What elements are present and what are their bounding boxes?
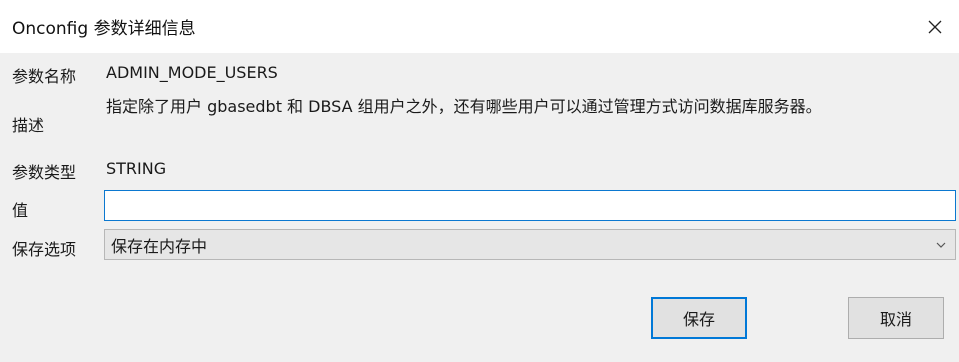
- save-option-label: 保存选项: [12, 240, 77, 259]
- value-input[interactable]: [104, 190, 956, 221]
- cancel-button[interactable]: 取消: [848, 297, 944, 339]
- value-label: 值: [12, 201, 29, 220]
- chevron-down-icon: [936, 242, 946, 248]
- param-type-value: STRING: [106, 159, 167, 178]
- param-name-label: 参数名称: [12, 67, 77, 86]
- description-label: 描述: [12, 116, 45, 135]
- close-icon: [928, 20, 942, 33]
- window-title: Onconfig 参数详细信息: [12, 19, 196, 39]
- close-button[interactable]: [911, 0, 959, 53]
- param-name-value: ADMIN_MODE_USERS: [106, 63, 278, 82]
- param-type-label: 参数类型: [12, 163, 77, 182]
- save-option-selected: 保存在内存中: [111, 236, 208, 256]
- save-option-select[interactable]: 保存在内存中: [104, 229, 956, 260]
- save-button[interactable]: 保存: [651, 297, 747, 339]
- description-value: 指定除了用户 gbasedbt 和 DBSA 组用户之外，还有哪些用户可以通过管…: [106, 97, 822, 116]
- title-bar: Onconfig 参数详细信息: [0, 0, 959, 53]
